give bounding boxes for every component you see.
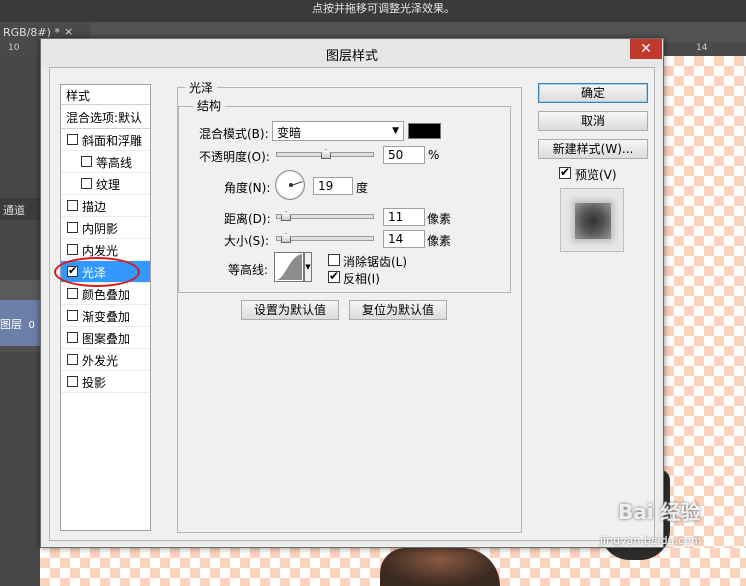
anti-alias-checkbox[interactable]	[328, 254, 340, 266]
style-item-label: 图案叠加	[82, 332, 131, 346]
style-item-label: 渐变叠加	[82, 310, 131, 324]
anti-alias-label: 消除锯齿(L)	[343, 255, 408, 269]
style-item[interactable]: 斜面和浮雕	[61, 129, 150, 151]
dialog-title: 图层样式	[41, 39, 663, 67]
style-item-label: 颜色叠加	[82, 288, 131, 302]
size-label: 大小(S):	[224, 234, 270, 248]
style-checkbox[interactable]	[67, 244, 78, 255]
style-checkbox[interactable]	[67, 288, 78, 299]
layer-name: 图层	[0, 318, 22, 331]
style-item[interactable]: 渐变叠加	[61, 305, 150, 327]
style-checkbox[interactable]	[67, 310, 78, 321]
canvas-artwork	[380, 548, 500, 586]
invert-label: 反相(I)	[343, 272, 380, 286]
distance-input[interactable]: 11	[383, 208, 425, 226]
contour-dropdown-button[interactable]: ▼	[304, 252, 312, 282]
blend-mode-label: 混合模式(B):	[199, 127, 269, 141]
style-item[interactable]: 颜色叠加	[61, 283, 150, 305]
style-item[interactable]: 描边	[61, 195, 150, 217]
layer-row[interactable]: 图层 0	[0, 300, 40, 346]
cancel-button[interactable]: 取消	[538, 111, 648, 131]
blend-mode-select[interactable]: 变暗 ▼	[272, 121, 404, 141]
panel-toolbar-row	[0, 280, 40, 302]
size-unit: 像素	[427, 234, 452, 248]
style-item-label: 纹理	[96, 178, 121, 192]
satin-group-title: 光泽	[185, 79, 218, 96]
watermark-logo: Bai 经验	[618, 500, 701, 524]
ruler-left: 10	[0, 42, 40, 56]
opacity-unit: %	[428, 148, 440, 162]
style-item[interactable]: 纹理	[61, 173, 150, 195]
style-item-label: 内阴影	[82, 222, 119, 236]
style-item[interactable]: 内阴影	[61, 217, 150, 239]
baidu-watermark: Bai 经验 jingyan.baidu.com	[560, 490, 740, 580]
contour-curve-icon	[276, 254, 302, 280]
style-checkbox[interactable]	[67, 200, 78, 211]
style-item-label: 投影	[82, 376, 107, 390]
invert-checkbox[interactable]: ✔	[328, 269, 340, 283]
ps-top-bar: 点按并拖移可调整光泽效果。	[0, 0, 746, 22]
tab-channels[interactable]: 通道	[0, 198, 40, 220]
style-checkbox[interactable]	[67, 134, 78, 145]
style-checkbox[interactable]	[67, 354, 78, 365]
styles-header[interactable]: 样式	[61, 85, 150, 105]
style-item-label: 外发光	[82, 354, 119, 368]
style-checkbox[interactable]	[67, 376, 78, 387]
style-preview-swatch	[575, 203, 611, 239]
blend-mode-value: 变暗	[277, 126, 302, 140]
opacity-slider[interactable]	[276, 149, 374, 159]
styles-list: 样式 混合选项:默认 斜面和浮雕 等高线 纹理 描边 内阴影 内发光 ✔ 光泽 颜色叠加 渐变叠加…	[54, 84, 151, 531]
size-input[interactable]: 14	[383, 230, 425, 248]
status-hint: 点按并拖移可调整光泽效果。	[312, 2, 455, 15]
style-checkbox[interactable]	[81, 178, 92, 189]
style-item[interactable]: ✔ 光泽	[54, 257, 150, 287]
ruler-right: 14	[664, 42, 746, 56]
style-item-label: 斜面和浮雕	[82, 134, 143, 148]
angle-label: 角度(N):	[224, 181, 271, 195]
blend-options-item[interactable]: 混合选项:默认	[61, 107, 150, 129]
make-default-button[interactable]: 设置为默认值	[241, 300, 339, 320]
blend-color-swatch[interactable]	[408, 123, 441, 139]
close-icon[interactable]: ×	[64, 25, 73, 38]
angle-dial[interactable]	[275, 170, 305, 200]
style-checkbox[interactable]	[67, 332, 78, 343]
distance-slider[interactable]	[276, 211, 374, 221]
style-checkbox[interactable]	[81, 156, 92, 167]
angle-input[interactable]: 19	[313, 177, 353, 195]
checkmark-icon: ✔	[560, 165, 571, 179]
preview-label: 预览(V)	[575, 168, 617, 182]
distance-unit: 像素	[427, 212, 452, 226]
style-item[interactable]: 外发光	[61, 349, 150, 371]
angle-unit: 度	[356, 181, 369, 195]
style-checkbox[interactable]	[67, 222, 78, 233]
contour-picker[interactable]	[274, 252, 304, 282]
new-style-button[interactable]: 新建样式(W)...	[538, 139, 648, 159]
layer-style-dialog: 图层样式 ✕ 样式 混合选项:默认 斜面和浮雕 等高线 纹理 描边 内阴影 内发光 ✔ 光泽颜…	[40, 38, 664, 548]
style-item[interactable]: 图案叠加	[61, 327, 150, 349]
opacity-input[interactable]: 50	[383, 146, 425, 164]
layer-number: 0	[28, 320, 35, 331]
angle-center-dot	[289, 183, 293, 187]
reset-default-button[interactable]: 复位为默认值	[349, 300, 447, 320]
ok-button[interactable]: 确定	[538, 83, 648, 103]
close-button[interactable]: ✕	[630, 39, 662, 59]
style-item[interactable]: 等高线	[61, 151, 150, 173]
chevron-down-icon: ▼	[392, 126, 399, 136]
style-preview	[560, 188, 624, 252]
preview-checkbox[interactable]: ✔	[559, 165, 571, 179]
style-item-label: 等高线	[96, 156, 133, 170]
style-item[interactable]: 投影	[61, 371, 150, 393]
distance-label: 距离(D):	[224, 212, 271, 226]
watermark-url: jingyan.baidu.com	[600, 534, 702, 547]
style-item-label: 描边	[82, 200, 107, 214]
size-slider[interactable]	[276, 233, 374, 243]
contour-label: 等高线:	[228, 263, 269, 277]
opacity-label: 不透明度(O):	[199, 150, 270, 164]
checkmark-icon: ✔	[329, 269, 340, 283]
structure-group-title: 结构	[193, 97, 226, 114]
